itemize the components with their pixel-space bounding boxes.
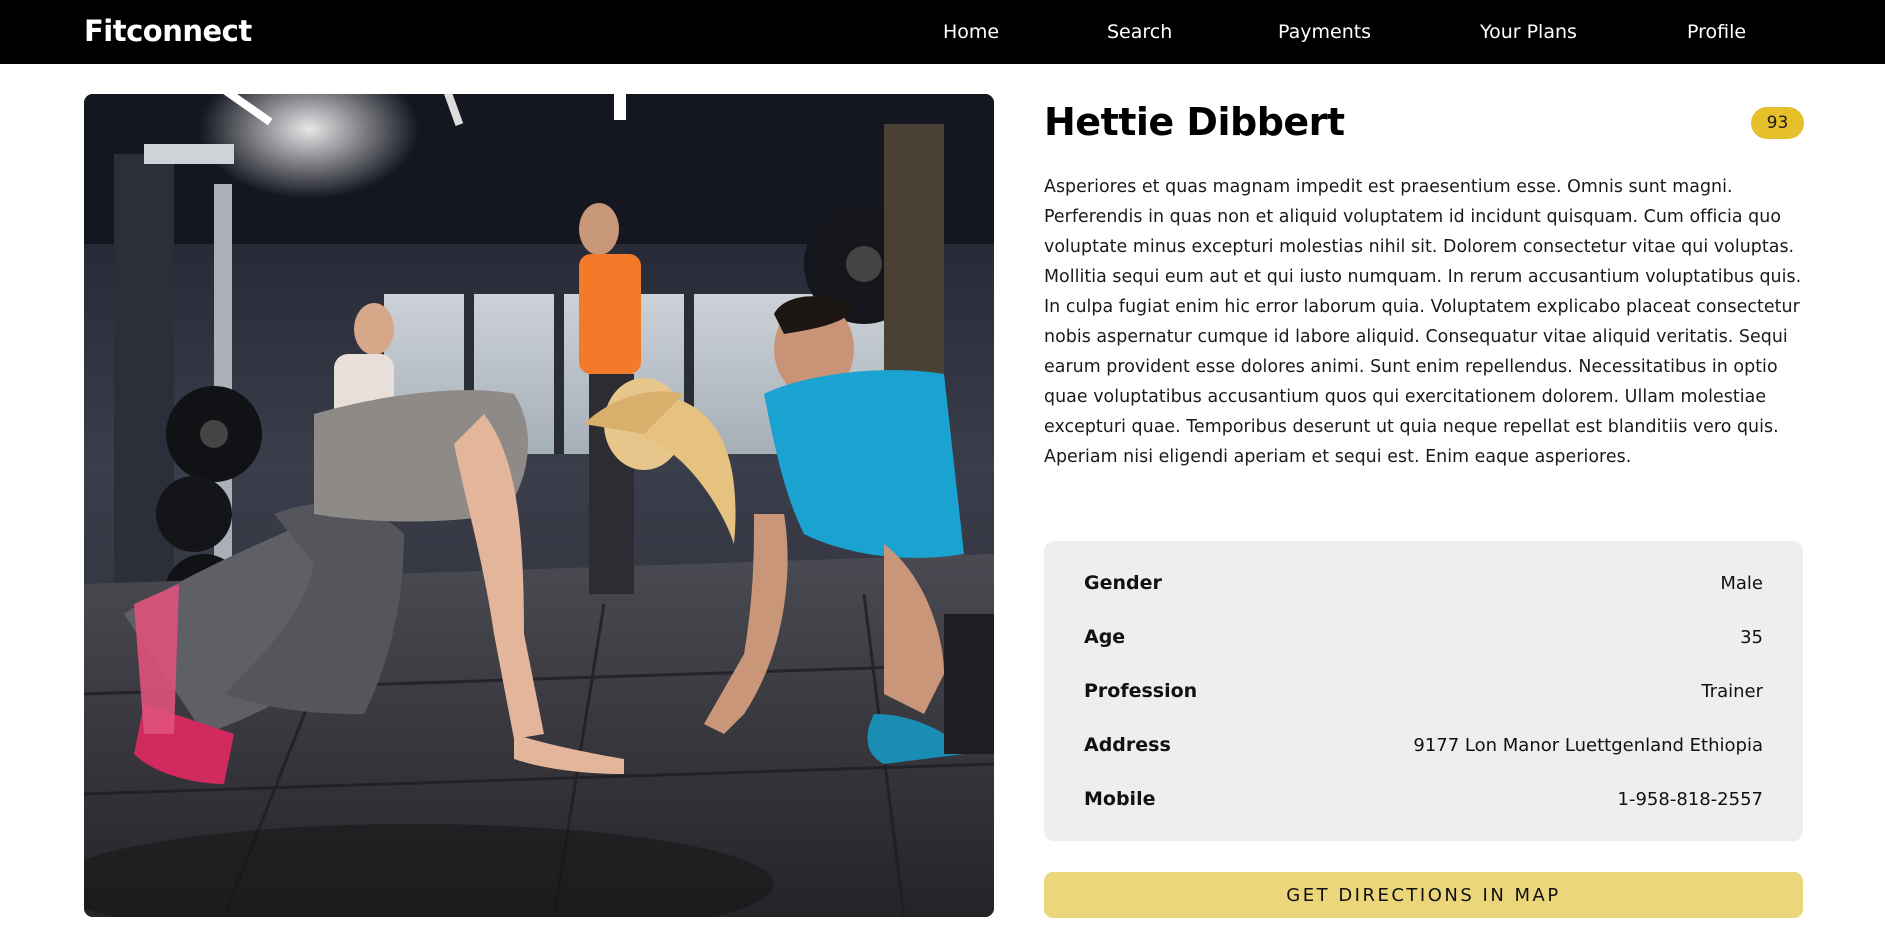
detail-label: Age	[1084, 626, 1126, 648]
detail-label: Mobile	[1084, 788, 1156, 810]
detail-value: 9177 Lon Manor Luettgenland Ethiopia	[1413, 734, 1763, 756]
detail-label: Gender	[1084, 572, 1162, 594]
profile-details-card: Gender Male Age 35 Profession Trainer Ad…	[1044, 541, 1803, 841]
detail-value: 1-958-818-2557	[1617, 788, 1763, 810]
nav-link-payments[interactable]: Payments	[1278, 21, 1371, 43]
detail-row-age: Age 35	[1084, 622, 1763, 652]
detail-row-address: Address 9177 Lon Manor Luettgenland Ethi…	[1084, 730, 1763, 760]
detail-label: Profession	[1084, 680, 1198, 702]
detail-label: Address	[1084, 734, 1171, 756]
detail-row-mobile: Mobile 1-958-818-2557	[1084, 784, 1763, 814]
score-badge: 93	[1751, 107, 1804, 139]
profile-bio: Asperiores et quas magnam impedit est pr…	[1044, 177, 1802, 467]
nav-link-your-plans[interactable]: Your Plans	[1480, 21, 1577, 43]
top-navbar: Fitconnect Home Search Payments Your Pla…	[0, 0, 1885, 64]
get-directions-button[interactable]: GET DIRECTIONS IN MAP	[1044, 872, 1803, 918]
trainer-photo	[84, 94, 994, 917]
detail-value: Trainer	[1701, 680, 1763, 702]
nav-link-profile[interactable]: Profile	[1687, 21, 1746, 43]
gym-photo-illustration	[84, 94, 994, 917]
profile-name: Hettie Dibbert	[1044, 100, 1345, 144]
nav-link-home[interactable]: Home	[943, 21, 999, 43]
nav-link-search[interactable]: Search	[1107, 21, 1172, 43]
detail-value: 35	[1740, 626, 1763, 648]
detail-row-gender: Gender Male	[1084, 568, 1763, 598]
detail-value: Male	[1720, 572, 1763, 594]
brand-logo[interactable]: Fitconnect	[84, 14, 252, 48]
detail-row-profession: Profession Trainer	[1084, 676, 1763, 706]
